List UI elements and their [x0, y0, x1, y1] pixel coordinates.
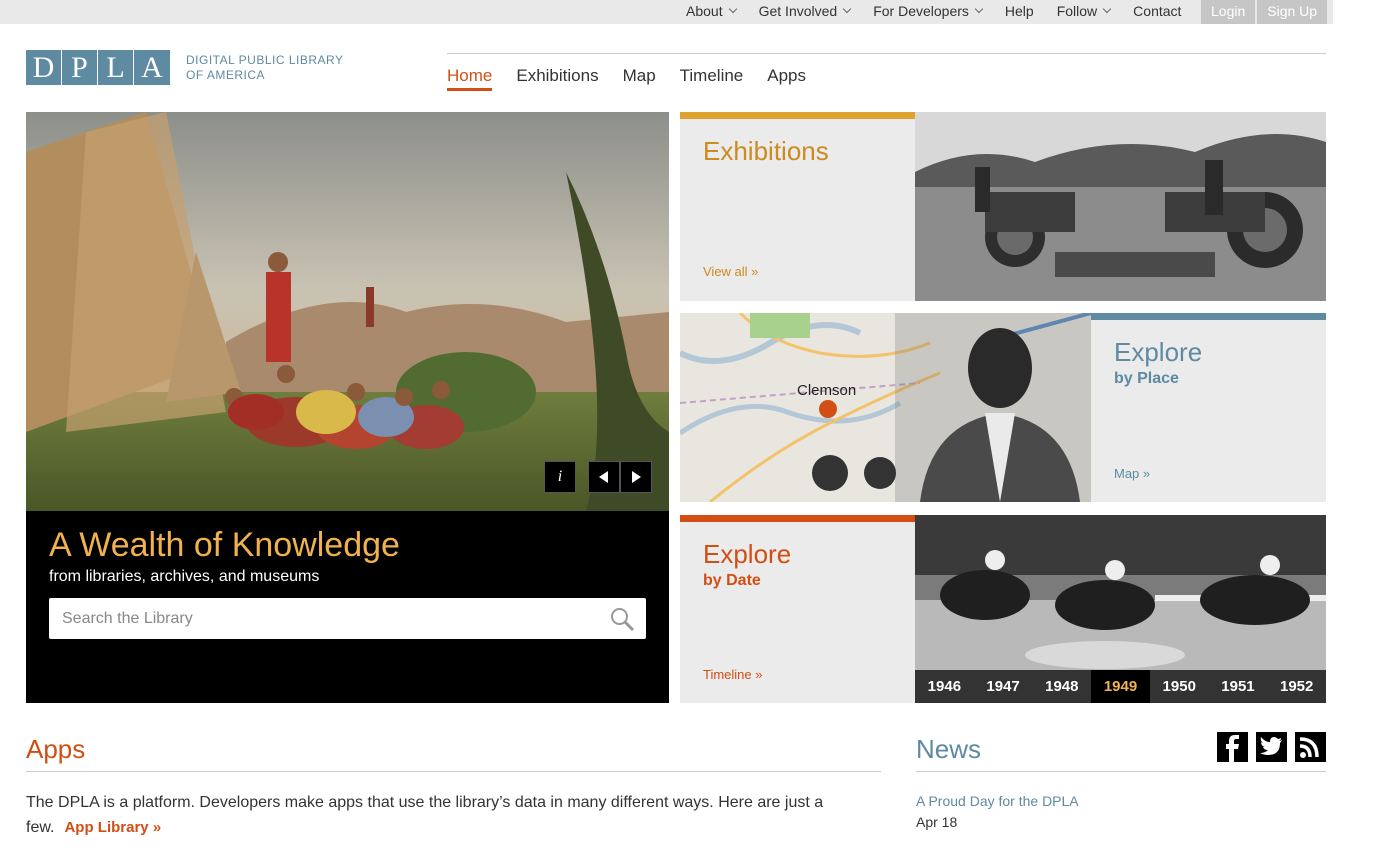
twitter-icon[interactable]: [1256, 732, 1287, 762]
hero-panel: i A Wealth of Knowledge from libraries, …: [26, 112, 669, 703]
news-item-date: Apr 18: [916, 814, 958, 830]
nav-exhibitions[interactable]: Exhibitions: [516, 66, 598, 91]
year-1948[interactable]: 1948: [1032, 670, 1091, 703]
info-button[interactable]: i: [544, 461, 576, 493]
main-nav: Home Exhibitions Map Timeline Apps: [447, 66, 830, 91]
chevron-down-icon: [1102, 4, 1112, 14]
chevron-down-icon: [974, 4, 984, 14]
search-input[interactable]: [49, 598, 589, 639]
news-divider: [916, 771, 1326, 772]
caret-right-icon: [632, 471, 641, 483]
chevron-down-icon: [842, 4, 852, 14]
clemson-map-photo: Clemson: [680, 313, 1091, 502]
util-help[interactable]: Help: [1005, 3, 1034, 19]
next-slide-button[interactable]: [620, 461, 652, 493]
search-icon[interactable]: [610, 607, 634, 631]
year-1952[interactable]: 1952: [1267, 670, 1326, 703]
dpla-logo[interactable]: D P L A DIGITAL PUBLIC LIBRARY OF AMERIC…: [26, 50, 344, 85]
nav-map[interactable]: Map: [623, 66, 656, 91]
view-all-link[interactable]: View all »: [703, 264, 758, 279]
date-photo[interactable]: [915, 515, 1326, 670]
chevron-down-icon: [728, 4, 737, 14]
explore-place-subtitle: by Place: [1114, 370, 1179, 387]
map-label: Clemson: [797, 382, 856, 399]
auth-buttons: Login Sign Up: [1199, 0, 1328, 24]
util-contact[interactable]: Contact: [1133, 3, 1181, 19]
nav-divider: [447, 53, 1326, 54]
horse-race-photo: [915, 515, 1326, 670]
utility-nav: About Get Involved For Developers Help F…: [686, 0, 1204, 22]
place-photo[interactable]: Clemson: [680, 313, 1091, 502]
logo-wordmark: DIGITAL PUBLIC LIBRARY OF AMERICA: [186, 52, 344, 82]
explore-date-title: Explore: [703, 539, 792, 569]
apps-description: The DPLA is a platform. Developers make …: [26, 794, 824, 836]
apps-heading: Apps: [26, 734, 86, 764]
year-1950[interactable]: 1950: [1150, 670, 1209, 703]
year-1946[interactable]: 1946: [915, 670, 974, 703]
news-item-link[interactable]: A Proud Day for the DPLA: [916, 793, 1079, 809]
nav-timeline[interactable]: Timeline: [680, 66, 744, 91]
news-heading: News: [916, 734, 982, 764]
exhibitions-photo[interactable]: [915, 112, 1326, 301]
tile-accent-bar: [1091, 313, 1326, 320]
logo-letter: D: [26, 50, 62, 85]
tile-accent-bar: [680, 515, 915, 522]
year-1951[interactable]: 1951: [1209, 670, 1268, 703]
explore-place-title: Explore: [1114, 337, 1203, 367]
explore-place-tile[interactable]: Explore by Place Map »: [1091, 313, 1326, 502]
year-1947[interactable]: 1947: [974, 670, 1033, 703]
logo-letter: A: [141, 51, 163, 84]
logo-letter: P: [62, 50, 98, 85]
rss-icon[interactable]: [1295, 732, 1326, 762]
logo-letter: L: [98, 50, 134, 85]
app-library-link[interactable]: App Library »: [64, 819, 161, 836]
hero-painting-art: [26, 112, 669, 511]
util-follow[interactable]: Follow: [1057, 3, 1112, 19]
apps-divider: [26, 771, 881, 772]
search-box: [49, 598, 646, 639]
prev-slide-button[interactable]: [588, 461, 620, 493]
facebook-icon[interactable]: [1217, 732, 1248, 762]
util-about[interactable]: About: [686, 3, 737, 19]
logo-mark: D P L A: [26, 50, 170, 85]
explore-date-subtitle: by Date: [703, 572, 761, 589]
exhibitions-tile[interactable]: Exhibitions View all »: [680, 112, 915, 301]
signup-button[interactable]: Sign Up: [1257, 0, 1328, 24]
hero-title: A Wealth of Knowledge: [49, 526, 400, 564]
timeline-link[interactable]: Timeline »: [703, 667, 762, 682]
tile-accent-bar: [680, 112, 915, 119]
util-for-developers[interactable]: For Developers: [873, 3, 984, 19]
util-get-involved[interactable]: Get Involved: [759, 3, 852, 19]
login-button[interactable]: Login: [1201, 0, 1256, 24]
caret-left-icon: [599, 471, 608, 483]
hero-subtitle: from libraries, archives, and museums: [49, 568, 320, 585]
map-link[interactable]: Map »: [1114, 466, 1150, 481]
year-1949-selected[interactable]: 1949: [1091, 670, 1150, 703]
explore-date-tile[interactable]: Explore by Date Timeline »: [680, 515, 915, 703]
timeline-years-bar: 1946 1947 1948 1949 1950 1951 1952: [915, 670, 1326, 703]
nav-apps[interactable]: Apps: [767, 66, 806, 91]
info-icon: i: [557, 468, 563, 485]
nav-home[interactable]: Home: [447, 66, 493, 91]
farm-tractor-photo: [915, 112, 1326, 301]
hero-painting[interactable]: [26, 112, 669, 511]
exhibitions-title: Exhibitions: [703, 136, 829, 166]
